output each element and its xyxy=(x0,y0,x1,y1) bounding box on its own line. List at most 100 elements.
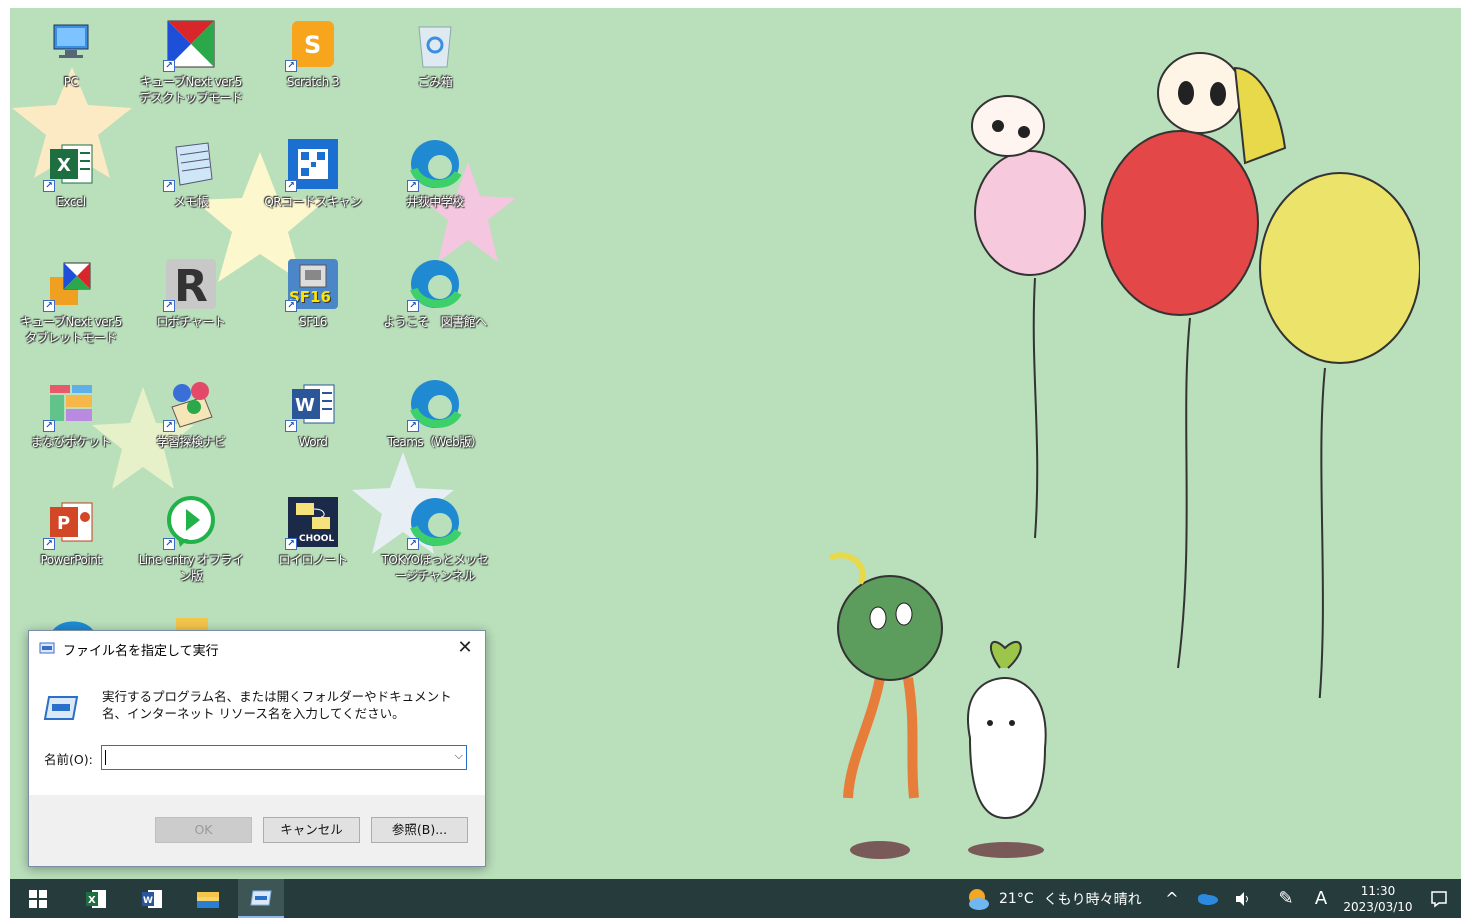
chevron-down-icon[interactable]: ⌵ xyxy=(455,749,463,763)
browse-button[interactable]: 参照(B)... xyxy=(371,817,468,843)
desktop-icon-recycle-bin[interactable]: ごみ箱 xyxy=(376,8,494,120)
desktop-icon-library-edge[interactable]: ↗ ようこそ 図書館へ xyxy=(376,248,494,360)
scratch-icon: S ↗ xyxy=(285,16,341,72)
pc-icon xyxy=(43,16,99,72)
shortcut-arrow-icon: ↗ xyxy=(285,300,297,312)
desktop-icon-label: Excel xyxy=(56,195,86,209)
run-icon xyxy=(43,696,79,720)
desktop-icon-label: ロボチャート xyxy=(156,315,226,329)
desktop-icon-label: Line entry オフライン版 xyxy=(138,553,244,583)
desktop-icon-label: 井荻中学校 xyxy=(406,195,464,209)
desktop-icon-label: メモ帳 xyxy=(173,195,209,209)
desktop-icon-label: キューブNext ver.5 タブレットモード xyxy=(20,315,122,345)
weather-desc: くもり時々晴れ xyxy=(1043,891,1142,908)
close-icon[interactable]: ✕ xyxy=(453,636,477,660)
svg-text:P: P xyxy=(57,513,70,534)
shortcut-arrow-icon: ↗ xyxy=(163,420,175,432)
desktop-icon-word[interactable]: W ↗ Word xyxy=(254,368,372,480)
show-hidden-icons[interactable]: ^ xyxy=(1160,879,1184,918)
taskbar-excel[interactable]: X xyxy=(76,879,116,918)
desktop-icon-label: PC xyxy=(63,75,79,89)
desktop-icon-manabi-pocket[interactable]: ↗ まなびポケット xyxy=(12,368,130,480)
chevron-up-icon: ^ xyxy=(1165,889,1179,908)
shortcut-arrow-icon: ↗ xyxy=(43,420,55,432)
shortcut-arrow-icon: ↗ xyxy=(407,420,419,432)
manabi-pocket-icon: ↗ xyxy=(43,376,99,432)
shortcut-arrow-icon: ↗ xyxy=(163,60,175,72)
notification-center[interactable] xyxy=(1424,879,1454,918)
volume-tray[interactable] xyxy=(1230,879,1256,918)
desktop-icon-igichu-edge[interactable]: ↗ 井荻中学校 xyxy=(376,128,494,240)
svg-text:X: X xyxy=(88,895,96,906)
desktop-icon-robochart[interactable]: R ↗ ロボチャート xyxy=(132,248,250,360)
desktop-icon-cube-desktop[interactable]: ↗ キューブNext ver.5 デスクトップモード xyxy=(132,8,250,120)
folder-icon xyxy=(197,891,219,908)
cube-next-icon: ↗ xyxy=(163,16,219,72)
taskbar-word[interactable]: W xyxy=(132,879,172,918)
desktop-icon-label: QRコードスキャン xyxy=(264,195,362,209)
cube-next-icon: ↗ xyxy=(43,256,99,312)
shortcut-arrow-icon: ↗ xyxy=(285,538,297,550)
pen-icon: ✎ xyxy=(1278,888,1294,909)
shortcut-arrow-icon: ↗ xyxy=(163,300,175,312)
desktop-icon-line-entry[interactable]: ↗ Line entry オフライン版 xyxy=(132,486,250,598)
run-app-icon xyxy=(39,642,55,654)
shortcut-arrow-icon: ↗ xyxy=(407,300,419,312)
desktop-icon-label: TOKYOほっとメッセージチャンネル xyxy=(381,553,489,583)
edge-icon: ↗ xyxy=(407,136,463,192)
ime-indicator[interactable]: A xyxy=(1308,879,1334,918)
windows-logo-icon xyxy=(29,889,47,908)
gakushu-navi-icon: ↗ xyxy=(163,376,219,432)
partly-cloudy-icon xyxy=(969,888,989,910)
edge-icon: ↗ xyxy=(407,376,463,432)
shortcut-arrow-icon: ↗ xyxy=(43,300,55,312)
desktop-icon-powerpoint[interactable]: P ↗ PowerPoint xyxy=(12,486,130,598)
run-dialog-title: ファイル名を指定して実行 xyxy=(63,644,219,659)
shortcut-arrow-icon: ↗ xyxy=(43,538,55,550)
svg-text:R: R xyxy=(174,261,208,311)
desktop-icon-tokyo-hot-message[interactable]: ↗ TOKYOほっとメッセージチャンネル xyxy=(376,486,494,598)
ime-mode: A xyxy=(1314,888,1328,909)
clock[interactable]: 11:30 2023/03/10 xyxy=(1338,879,1418,918)
desktop-icon-label: キューブNext ver.5 デスクトップモード xyxy=(139,75,243,105)
desktop-icon-label: ごみ箱 xyxy=(417,75,453,89)
weather-widget[interactable]: 21°C くもり時々晴れ xyxy=(965,879,1145,918)
shortcut-arrow-icon: ↗ xyxy=(285,180,297,192)
run-dialog-titlebar[interactable]: ファイル名を指定して実行 ✕ xyxy=(29,631,485,665)
word-icon: W ↗ xyxy=(285,376,341,432)
clock-time: 11:30 xyxy=(1360,883,1396,898)
desktop-icon-label: SF16 xyxy=(299,315,327,329)
name-input[interactable]: ⌵ xyxy=(101,745,467,770)
qr-scan-icon: ↗ xyxy=(285,136,341,192)
desktop-icon-label: ロイロノート xyxy=(278,553,348,567)
start-button[interactable] xyxy=(18,879,58,918)
sf16-icon: SF16 ↗ xyxy=(285,256,341,312)
desktop-icon-qr-scan[interactable]: ↗ QRコードスキャン xyxy=(254,128,372,240)
desktop-icon-sf16[interactable]: SF16 ↗ SF16 xyxy=(254,248,372,360)
desktop-icon-excel[interactable]: X ↗ Excel xyxy=(12,128,130,240)
desktop-icon-gakushu-tanken-navi[interactable]: ↗ 学習探検ナビ xyxy=(132,368,250,480)
desktop-icon-notepad[interactable]: ↗ メモ帳 xyxy=(132,128,250,240)
onedrive-tray[interactable] xyxy=(1192,879,1222,918)
cancel-button[interactable]: キャンセル xyxy=(263,817,360,843)
ok-button[interactable]: OK xyxy=(155,817,252,843)
onedrive-icon xyxy=(1198,893,1218,905)
desktop-icon-scratch3[interactable]: S ↗ Scratch 3 xyxy=(254,8,372,120)
desktop-icon-pc[interactable]: PC xyxy=(12,8,130,120)
notification-icon xyxy=(1431,890,1447,907)
desktop-icon-loilonote[interactable]: CHOOL ↗ ロイロノート xyxy=(254,486,372,598)
edge-icon: ↗ xyxy=(407,256,463,312)
desktop-icon-cube-tablet[interactable]: ↗ キューブNext ver.5 タブレットモード xyxy=(12,248,130,360)
taskbar-file-explorer[interactable] xyxy=(188,879,228,918)
desktop-icon-label: Scratch 3 xyxy=(286,75,340,89)
taskbar-run-active[interactable] xyxy=(238,879,284,918)
ground-characters-illustration xyxy=(828,552,1047,859)
desktop-icon-label: 学習探検ナビ xyxy=(156,435,226,449)
desktop-icon-teams-web[interactable]: ↗ Teams（Web版） xyxy=(376,368,494,480)
desktop-icon-label: ようこそ 図書館へ xyxy=(383,315,487,329)
speaker-icon xyxy=(1236,891,1248,906)
pen-tray[interactable]: ✎ xyxy=(1272,879,1300,918)
edge-icon: ↗ xyxy=(407,494,463,550)
shortcut-arrow-icon: ↗ xyxy=(407,180,419,192)
desktop-icon-label: Teams（Web版） xyxy=(387,435,483,449)
